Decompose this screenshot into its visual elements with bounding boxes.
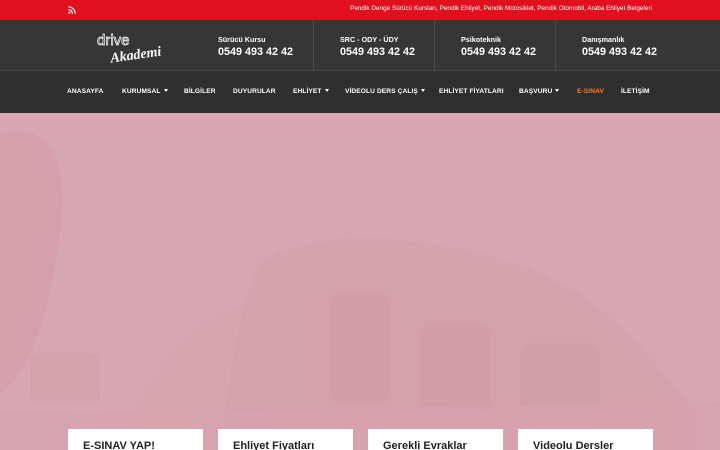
caret-down-icon	[420, 89, 425, 92]
caret-down-icon	[324, 89, 329, 92]
nav-item-label: E-SINAV	[577, 88, 604, 95]
card-gerekli-evraklar[interactable]: Gerekli Evraklar	[368, 429, 503, 450]
nav-item-label: VİDEOLU DERS ÇALIŞ	[345, 88, 418, 95]
contact-title: Danışmanlık	[582, 35, 625, 44]
top-bar: Pendik Denge Sürücü Kursları, Pendik Ehl…	[0, 0, 720, 20]
card-title: Gerekli Evraklar	[383, 440, 467, 450]
nav-item-iletisim[interactable]: İLETİŞİM	[621, 88, 650, 95]
card-videolu-dersler[interactable]: Videolu Dersler	[518, 429, 653, 450]
svg-text:drive: drive	[97, 32, 130, 49]
nav-item-label: EHLİYET FİYATLARI	[439, 88, 504, 95]
main-nav: ANASAYFA KURUMSAL BİLGİLER DUYURULAR EHL…	[0, 71, 720, 113]
card-title: Videolu Dersler	[533, 440, 614, 450]
hero-banner	[0, 113, 720, 450]
nav-item-anasayfa[interactable]: ANASAYFA	[67, 88, 103, 95]
contact-title: Psikoteknik	[461, 35, 501, 44]
contact-phone[interactable]: 0549 493 42 42	[461, 46, 555, 58]
topbar-tagline: Pendik Denge Sürücü Kursları, Pendik Ehl…	[350, 5, 652, 12]
card-title: Ehliyet Fiyatları	[233, 440, 315, 450]
rss-icon[interactable]	[68, 6, 76, 14]
nav-item-duyurular[interactable]: DUYURULAR	[233, 88, 276, 95]
nav-item-label: KURUMSAL	[122, 88, 161, 95]
site-header: drive Akademi Sürücü Kursu 0549 493 42 4…	[0, 20, 720, 71]
nav-item-label: ANASAYFA	[67, 88, 104, 95]
nav-item-label: İLETİŞİM	[621, 88, 650, 95]
card-title: E-SINAV YAP!	[83, 440, 155, 450]
nav-item-label: EHLİYET	[293, 88, 322, 95]
caret-down-icon	[163, 89, 168, 92]
nav-item-label: BİLGİLER	[184, 88, 216, 95]
contact-surucu-kursu[interactable]: Sürücü Kursu 0549 493 42 42	[192, 20, 313, 71]
nav-item-label: DUYURULAR	[233, 88, 276, 95]
contact-phone[interactable]: 0549 493 42 42	[340, 46, 434, 58]
site-logo[interactable]: drive Akademi	[96, 28, 176, 64]
contact-phone[interactable]: 0549 493 42 42	[218, 46, 313, 58]
nav-item-ehliyet[interactable]: EHLİYET	[293, 88, 329, 95]
contact-title: SRC - ODY - ÜDY	[340, 35, 399, 44]
hero-background-image	[0, 113, 720, 450]
nav-item-basvuru[interactable]: BAŞVURU	[519, 88, 560, 95]
contact-danismanlik[interactable]: Danışmanlık 0549 493 42 42	[555, 20, 676, 71]
nav-item-ehliyet-fiyatlari[interactable]: EHLİYET FİYATLARI	[439, 88, 504, 95]
contact-psikoteknik[interactable]: Psikoteknik 0549 493 42 42	[434, 20, 555, 71]
contact-src-ody-udy[interactable]: SRC - ODY - ÜDY 0549 493 42 42	[313, 20, 434, 71]
nav-item-bilgiler[interactable]: BİLGİLER	[184, 88, 216, 95]
nav-item-label: BAŞVURU	[519, 88, 553, 95]
nav-item-e-sinav[interactable]: E-SINAV	[577, 88, 604, 95]
contact-phone[interactable]: 0549 493 42 42	[582, 46, 676, 58]
caret-down-icon	[555, 89, 560, 92]
card-ehliyet-fiyatlari[interactable]: Ehliyet Fiyatları	[218, 429, 353, 450]
nav-item-kurumsal[interactable]: KURUMSAL	[122, 88, 168, 95]
card-e-sinav[interactable]: E-SINAV YAP!	[68, 429, 203, 450]
nav-item-videolu-ders[interactable]: VİDEOLU DERS ÇALIŞ	[345, 88, 425, 95]
contact-title: Sürücü Kursu	[218, 35, 266, 44]
